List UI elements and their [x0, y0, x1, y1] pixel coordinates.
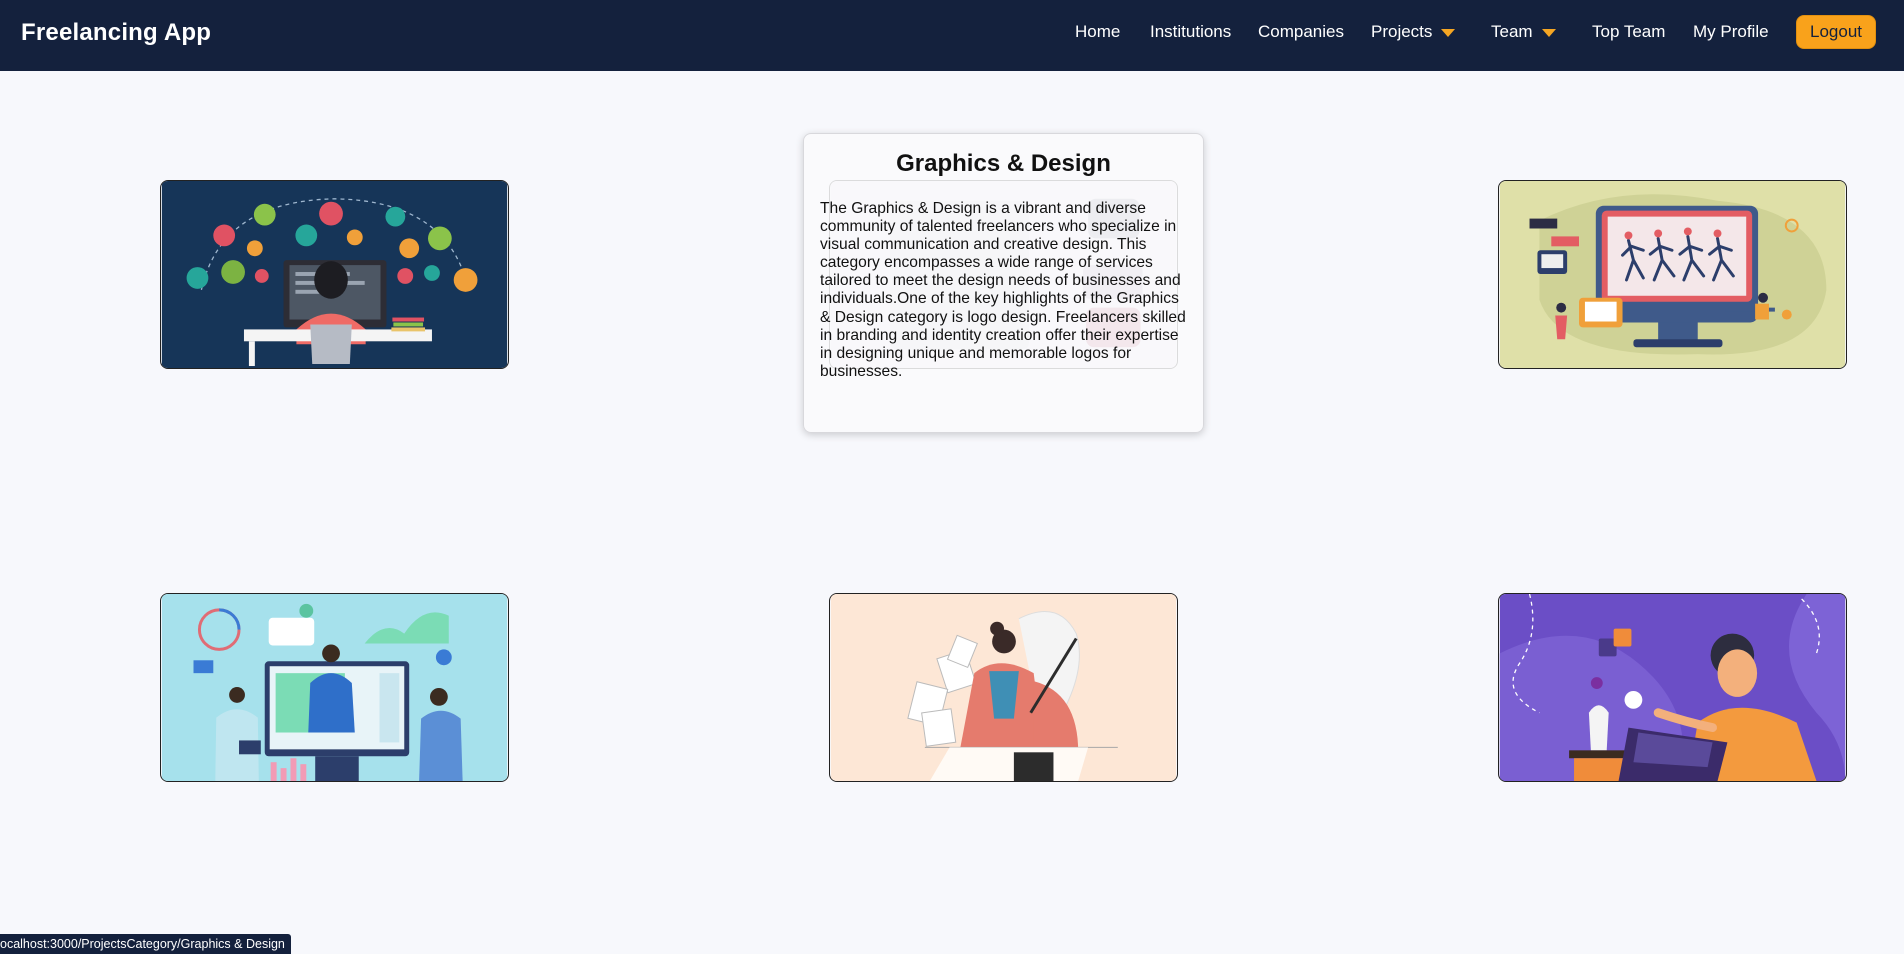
nav-team-label: Team	[1491, 22, 1533, 41]
chevron-down-icon	[1541, 29, 1556, 37]
category-card-translation[interactable]	[1498, 593, 1847, 782]
brand-logo[interactable]: Freelancing App	[21, 19, 211, 47]
nav-top-team-label: Top Team	[1592, 22, 1666, 41]
logout-button[interactable]: Logout	[1796, 15, 1876, 49]
nav-projects-label: Projects	[1371, 22, 1433, 41]
nav-home[interactable]: Home	[1075, 22, 1120, 42]
nav-my-profile-label: My Profile	[1693, 22, 1769, 41]
digital-marketing-illustration	[161, 594, 508, 781]
nav-team-dropdown[interactable]: Team	[1491, 22, 1556, 42]
nav-top-team[interactable]: Top Team	[1592, 22, 1665, 42]
category-card-web-development[interactable]	[160, 180, 509, 369]
popup-description: The Graphics & Design is a vibrant and d…	[820, 200, 1186, 380]
popup-title: Graphics & Design	[896, 150, 1111, 177]
translation-illustration	[1499, 594, 1846, 781]
nav-companies-label: Companies	[1258, 22, 1344, 41]
browser-status-url: ocalhost:3000/ProjectsCategory/Graphics …	[0, 934, 291, 954]
nav-institutions[interactable]: Institutions	[1150, 22, 1231, 42]
nav-companies[interactable]: Companies	[1258, 22, 1344, 42]
category-description-popup: Graphics & Design The Graphics & Design …	[803, 133, 1204, 433]
web-development-illustration	[161, 181, 508, 368]
nav-my-profile[interactable]: My Profile	[1693, 22, 1769, 42]
nav-projects-dropdown[interactable]: Projects	[1371, 22, 1456, 42]
nav-institutions-label: Institutions	[1150, 22, 1232, 41]
category-card-video-animation[interactable]	[1498, 180, 1847, 369]
chevron-down-icon	[1441, 29, 1456, 37]
category-card-digital-marketing[interactable]	[160, 593, 509, 782]
nav-home-label: Home	[1075, 22, 1121, 41]
category-card-writing-translation[interactable]	[829, 593, 1178, 782]
navbar: Freelancing App Home Institutions Compan…	[0, 0, 1904, 71]
writing-illustration	[830, 594, 1177, 781]
video-animation-illustration	[1499, 181, 1846, 368]
